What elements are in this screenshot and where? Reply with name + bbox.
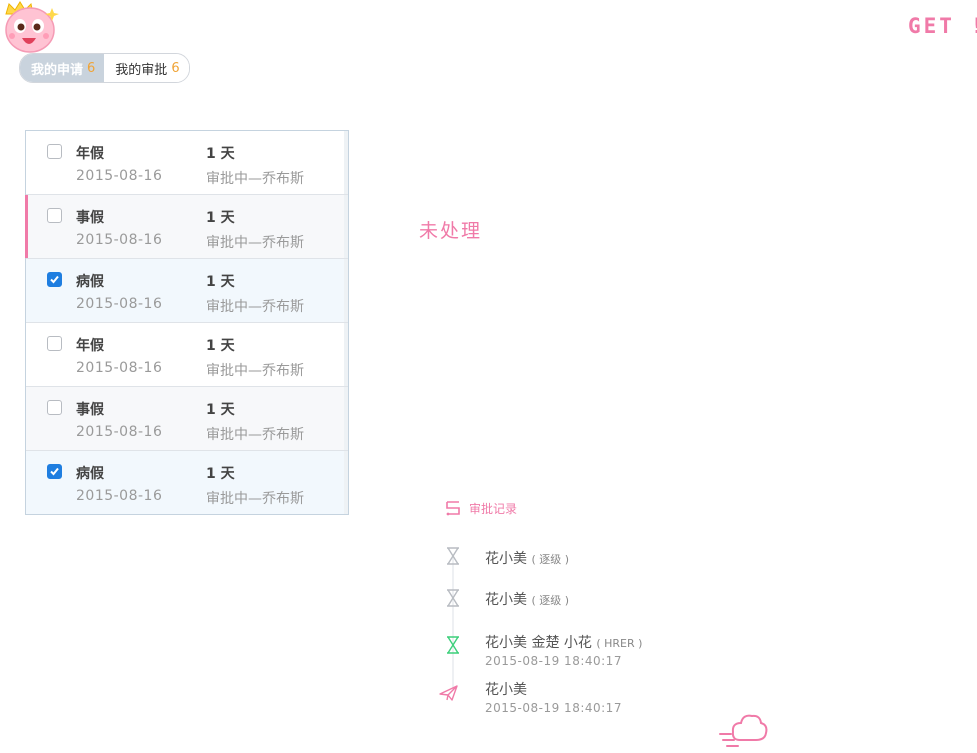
request-date: 2015-08-16 bbox=[76, 424, 163, 440]
leave-duration: 1 天 bbox=[206, 210, 235, 226]
row-checkbox[interactable] bbox=[47, 400, 62, 415]
approver-name: 花小美 金楚 小花 bbox=[485, 635, 592, 651]
checkmark-icon bbox=[50, 467, 59, 476]
leave-duration: 1 天 bbox=[206, 274, 235, 290]
request-list: 年假 2015-08-16 1 天 审批中—乔布斯 事假 2015-08-16 … bbox=[25, 130, 349, 515]
request-row[interactable]: 年假 2015-08-16 1 天 审批中—乔布斯 bbox=[26, 323, 348, 387]
approver-name: 花小美 bbox=[485, 682, 527, 698]
request-row[interactable]: 事假 2015-08-16 1 天 审批中—乔布斯 bbox=[25, 195, 348, 259]
approval-time: 2015-08-19 18:40:17 bbox=[485, 654, 622, 668]
request-date: 2015-08-16 bbox=[76, 296, 163, 312]
approval-status: 审批中—乔布斯 bbox=[206, 299, 304, 315]
tab-count-badge: 6 bbox=[87, 60, 96, 76]
approval-record: 花小美 ( 逐级 ) bbox=[485, 548, 569, 568]
leave-type: 年假 bbox=[76, 146, 104, 162]
request-date: 2015-08-16 bbox=[76, 488, 163, 504]
speed-cloud-icon bbox=[719, 714, 768, 747]
hourglass-icon bbox=[447, 547, 459, 565]
hourglass-icon bbox=[447, 589, 459, 607]
request-date: 2015-08-16 bbox=[76, 168, 163, 184]
unprocessed-label: 未处理 bbox=[419, 220, 483, 242]
leave-duration: 1 天 bbox=[206, 402, 235, 418]
approval-status: 审批中—乔布斯 bbox=[206, 427, 304, 443]
tab-label: 我的申请 bbox=[31, 62, 84, 78]
tab-my-requests[interactable]: 我的申请 6 bbox=[20, 54, 105, 82]
request-row[interactable]: 病假 2015-08-16 1 天 审批中—乔布斯 bbox=[26, 259, 348, 323]
request-tabs: 我的申请 6 我的审批 6 bbox=[19, 53, 190, 83]
request-date: 2015-08-16 bbox=[76, 360, 163, 376]
leave-duration: 1 天 bbox=[206, 466, 235, 482]
flow-icon bbox=[446, 501, 460, 516]
paper-plane-icon bbox=[439, 685, 458, 701]
approval-records-header: 审批记录 bbox=[444, 498, 517, 518]
approval-mode: ( 逐级 ) bbox=[531, 594, 570, 607]
approval-time: 2015-08-19 18:40:17 bbox=[485, 701, 622, 715]
approval-status: 审批中—乔布斯 bbox=[206, 235, 304, 251]
tab-label: 我的审批 bbox=[115, 62, 168, 78]
approval-record: 花小美 ( 逐级 ) bbox=[485, 589, 569, 609]
request-row[interactable]: 年假 2015-08-16 1 天 审批中—乔布斯 bbox=[26, 131, 348, 195]
row-checkbox[interactable] bbox=[47, 144, 62, 159]
tab-my-approvals[interactable]: 我的审批 6 bbox=[104, 54, 189, 82]
timeline-line bbox=[452, 557, 454, 690]
approver-name: 花小美 bbox=[485, 592, 527, 608]
tab-count-badge: 6 bbox=[171, 60, 180, 76]
leave-type: 事假 bbox=[76, 402, 104, 418]
approval-mode: ( HRER ) bbox=[596, 637, 643, 650]
checkmark-icon bbox=[50, 275, 59, 284]
row-checkbox[interactable] bbox=[47, 464, 62, 479]
approval-status: 审批中—乔布斯 bbox=[206, 171, 304, 187]
request-date: 2015-08-16 bbox=[76, 232, 163, 248]
row-checkbox[interactable] bbox=[47, 336, 62, 351]
request-row[interactable]: 事假 2015-08-16 1 天 审批中—乔布斯 bbox=[26, 387, 348, 451]
leave-duration: 1 天 bbox=[206, 338, 235, 354]
leave-type: 病假 bbox=[76, 274, 104, 290]
row-checkbox[interactable] bbox=[47, 272, 62, 287]
leave-type: 年假 bbox=[76, 338, 104, 354]
leave-type: 事假 bbox=[76, 210, 104, 226]
request-row[interactable]: 病假 2015-08-16 1 天 审批中—乔布斯 bbox=[26, 451, 348, 514]
approval-status: 审批中—乔布斯 bbox=[206, 491, 304, 507]
get-label: GET ! bbox=[908, 14, 977, 38]
row-checkbox[interactable] bbox=[47, 208, 62, 223]
hourglass-icon bbox=[447, 636, 459, 654]
leave-type: 病假 bbox=[76, 466, 104, 482]
approval-record: 花小美 金楚 小花 ( HRER ) 2015-08-19 18:40:17 bbox=[485, 632, 642, 668]
approval-records-title: 审批记录 bbox=[469, 501, 518, 516]
leave-duration: 1 天 bbox=[206, 146, 235, 162]
approval-record: 花小美 2015-08-19 18:40:17 bbox=[485, 679, 622, 715]
approval-mode: ( 逐级 ) bbox=[531, 553, 570, 566]
mascot-avatar-icon bbox=[5, 1, 59, 53]
approver-name: 花小美 bbox=[485, 551, 527, 567]
approval-status: 审批中—乔布斯 bbox=[206, 363, 304, 379]
